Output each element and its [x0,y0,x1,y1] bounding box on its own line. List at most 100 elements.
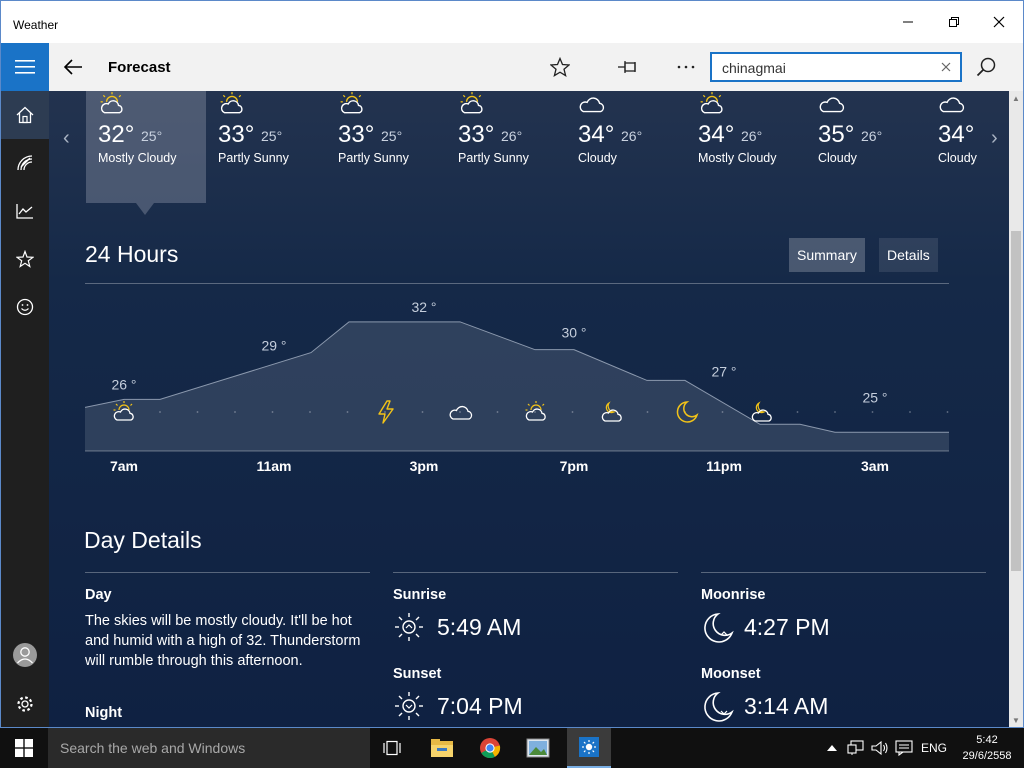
show-hidden-icons-button[interactable] [822,728,842,768]
photos-button[interactable] [516,728,560,768]
forecast-day-card[interactable]: 33° 26° Partly Sunny [446,91,566,203]
moonset-label: Moonset [701,666,761,682]
account-icon [13,643,37,667]
cloud-icon [819,91,845,122]
chrome-button[interactable] [468,728,512,768]
scrollbar-thumb[interactable] [1011,231,1021,571]
sidebar-item-historical[interactable] [1,187,49,235]
hour-label: 7pm [559,458,589,474]
minimize-icon [903,21,913,23]
hour-dot [534,411,536,413]
day-high-temp: 33° [218,121,255,148]
sidebar-item-maps[interactable] [1,139,49,187]
day-condition: Cloudy [578,151,617,165]
partly-sunny-icon [339,91,365,122]
task-view-button[interactable] [372,728,412,768]
search-button[interactable] [968,51,1004,83]
forecast-day-card[interactable]: 34° 26° Mostly Cloudy [686,91,806,203]
hour-dot [196,411,199,413]
nav-sidebar [1,91,49,727]
cloud-icon [579,91,605,122]
hour-dot [234,411,236,413]
forecast-day-card[interactable]: 33° 25° Partly Sunny [206,91,326,203]
volume-button[interactable] [869,728,891,768]
day-high-temp: 34° [938,121,975,148]
chart-icon [16,204,33,219]
day-low-temp: 25° [141,128,163,144]
favorite-button[interactable] [542,51,578,83]
restore-button[interactable] [931,1,977,43]
search-input[interactable] [722,58,932,78]
forecast-day-card[interactable]: 33° 25° Partly Sunny [326,91,446,203]
night-label: Night [85,705,123,721]
moonrise-label: Moonrise [701,587,766,603]
more-icon [677,65,695,69]
star-icon [16,250,34,268]
taskbar-search-box[interactable]: Search the web and Windows [48,728,370,768]
back-button[interactable] [57,51,89,83]
forecast-day-card[interactable]: 35° 26° Cloudy [806,91,926,203]
minimize-button[interactable] [885,1,931,43]
hour-dot [384,411,386,413]
app-bar: Forecast [1,43,1023,91]
message-icon [895,740,913,756]
pin-button[interactable] [610,51,646,83]
hour-label: 3am [860,458,890,474]
details-toggle[interactable]: Details [879,238,938,272]
sunrise-time: 5:49 AM [437,614,522,640]
weather-taskbar-button[interactable] [567,728,611,768]
hour-dot [909,411,911,413]
taskbar-clock[interactable]: 5:42 29/6/2558 [954,732,1020,764]
day-low-temp: 25° [261,128,283,144]
forecast-day-card[interactable]: 32° 25° Mostly Cloudy [86,91,206,203]
hour-label: 7am [109,458,139,474]
forecast-content: ‹ 32° 25° Mostly Cloudy 33° 25° Partly Sunny 3… [49,91,1009,727]
forecast-day-card[interactable]: 34° 26° Cloudy [566,91,686,203]
more-options-button[interactable] [668,51,704,83]
photos-icon [526,738,550,758]
action-center-button[interactable] [893,728,915,768]
close-button[interactable] [976,1,1022,43]
day-low-temp: 26° [501,128,523,144]
next-days-arrow[interactable]: › [991,127,998,150]
settings-button[interactable] [1,680,49,728]
temp-point-label: 30 ° [561,325,586,341]
day-condition: Mostly Cloudy [698,151,777,165]
folder-icon [431,739,453,757]
day-condition: Mostly Cloudy [98,151,177,165]
file-explorer-button[interactable] [420,728,464,768]
network-button[interactable] [845,728,867,768]
previous-days-arrow[interactable]: ‹ [63,127,70,150]
hour-dot [459,411,461,413]
moonrise-icon [704,613,734,643]
summary-toggle[interactable]: Summary [789,238,865,272]
hour-dot [271,411,274,413]
day-condition: Partly Sunny [458,151,529,165]
clear-search-button[interactable] [938,59,954,75]
location-search-box[interactable] [710,52,962,82]
temp-point-label: 26 ° [111,376,136,392]
hourly-temperature-chart: 26 ° 29 ° 32 ° 30 ° 27 ° 25 ° [85,299,949,452]
language-indicator[interactable]: ENG [918,728,950,768]
chrome-icon [480,738,501,759]
start-button[interactable] [0,728,48,768]
back-arrow-icon [63,59,82,75]
sidebar-item-news[interactable] [1,283,49,331]
search-icon [976,57,996,77]
day-condition: Partly Sunny [218,151,289,165]
day-high-temp: 32° [98,121,135,148]
sidebar-item-forecast[interactable] [1,91,49,139]
sunrise-label: Sunrise [393,587,447,603]
divider [85,572,370,573]
day-condition: Cloudy [938,151,977,165]
scroll-down-arrow[interactable]: ▼ [1009,713,1023,727]
hamburger-menu-button[interactable] [1,43,49,91]
scroll-up-arrow[interactable]: ▲ [1009,91,1023,105]
hour-dot [721,411,724,413]
account-button[interactable] [1,631,49,679]
hour-label: 11pm [706,458,742,474]
restore-icon [949,17,959,27]
vertical-scrollbar[interactable]: ▲ ▼ [1009,91,1023,727]
sidebar-item-places[interactable] [1,235,49,283]
day-high-temp: 33° [338,121,375,148]
